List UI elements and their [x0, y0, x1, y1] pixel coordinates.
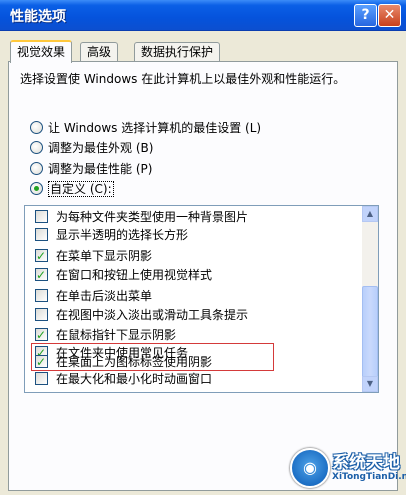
- title-bar[interactable]: 性能选项 ? ✕: [0, 0, 406, 31]
- help-button[interactable]: ?: [354, 4, 377, 27]
- list-item[interactable]: 为每种文件夹类型使用一种背景图片: [35, 207, 248, 227]
- checkbox[interactable]: [35, 289, 48, 302]
- checkbox[interactable]: [35, 308, 48, 321]
- radio-button[interactable]: [30, 121, 43, 134]
- watermark-logo-icon: ◉: [290, 448, 330, 488]
- radio-button[interactable]: [30, 162, 43, 175]
- tab-visual-effects[interactable]: 视觉效果: [10, 40, 73, 63]
- check-icon: ✓: [36, 249, 47, 263]
- radio-label: 调整为最佳外观: [48, 141, 133, 155]
- list-item[interactable]: ✓ 在菜单下显示阴影: [35, 246, 152, 266]
- vertical-scrollbar[interactable]: ▲ ▼: [362, 206, 378, 392]
- radio-let-windows-choose[interactable]: 让 Windows 选择计算机的最佳设置 (L): [30, 119, 261, 137]
- annotation-highlight-box: [31, 343, 274, 371]
- checkbox[interactable]: ✓: [35, 328, 48, 342]
- watermark-name: 系统天地: [332, 453, 400, 473]
- checkbox[interactable]: [35, 228, 48, 241]
- radio-button[interactable]: [30, 141, 43, 154]
- tab-data-execution-prevention[interactable]: 数据执行保护: [134, 42, 221, 61]
- checkbox[interactable]: ✓: [35, 249, 48, 263]
- list-item[interactable]: ✓ 在窗口和按钮上使用视觉样式: [35, 265, 212, 285]
- tab-advanced[interactable]: 高级: [80, 42, 119, 61]
- checkbox[interactable]: [35, 210, 48, 223]
- close-button[interactable]: ✕: [378, 4, 401, 27]
- radio-best-performance[interactable]: 调整为最佳性能 (P): [30, 160, 152, 178]
- list-item[interactable]: 在视图中淡入淡出或滑动工具条提示: [35, 305, 248, 325]
- scroll-down-icon[interactable]: ▼: [362, 376, 378, 392]
- watermark-url: XiTongTianDi.net: [332, 472, 406, 482]
- list-item[interactable]: 在单击后淡出菜单: [35, 286, 152, 306]
- radio-best-appearance[interactable]: 调整为最佳外观 (B): [30, 139, 153, 157]
- list-item[interactable]: ✓ 在鼠标指针下显示阴影: [35, 325, 176, 345]
- scroll-up-icon[interactable]: ▲: [362, 206, 378, 222]
- radio-label: 调整为最佳性能: [48, 162, 133, 176]
- radio-button-selected[interactable]: [30, 182, 43, 195]
- check-icon: ✓: [36, 328, 47, 342]
- checkbox[interactable]: [35, 372, 48, 385]
- window-title: 性能选项: [10, 9, 66, 25]
- performance-options-window: 性能选项 ? ✕ 视觉效果 高级 数据执行保护 选择设置使 Windows 在此…: [0, 0, 406, 495]
- checkbox[interactable]: ✓: [35, 268, 48, 282]
- radio-custom[interactable]: 自定义 (C):: [30, 180, 114, 198]
- list-item[interactable]: 显示半透明的选择长方形: [35, 225, 188, 245]
- radio-label: 让 Windows 选择计算机的最佳设置: [48, 121, 242, 135]
- description-text: 选择设置使 Windows 在此计算机上以最佳外观和性能运行。: [20, 72, 346, 86]
- site-watermark: ◉ 系统天地 XiTongTianDi.net: [290, 446, 406, 490]
- radio-label-focused: 自定义 (C):: [48, 181, 114, 197]
- check-icon: ✓: [36, 268, 47, 282]
- list-item[interactable]: 在最大化和最小化时动画窗口: [35, 369, 212, 389]
- scrollbar-thumb[interactable]: [362, 286, 378, 384]
